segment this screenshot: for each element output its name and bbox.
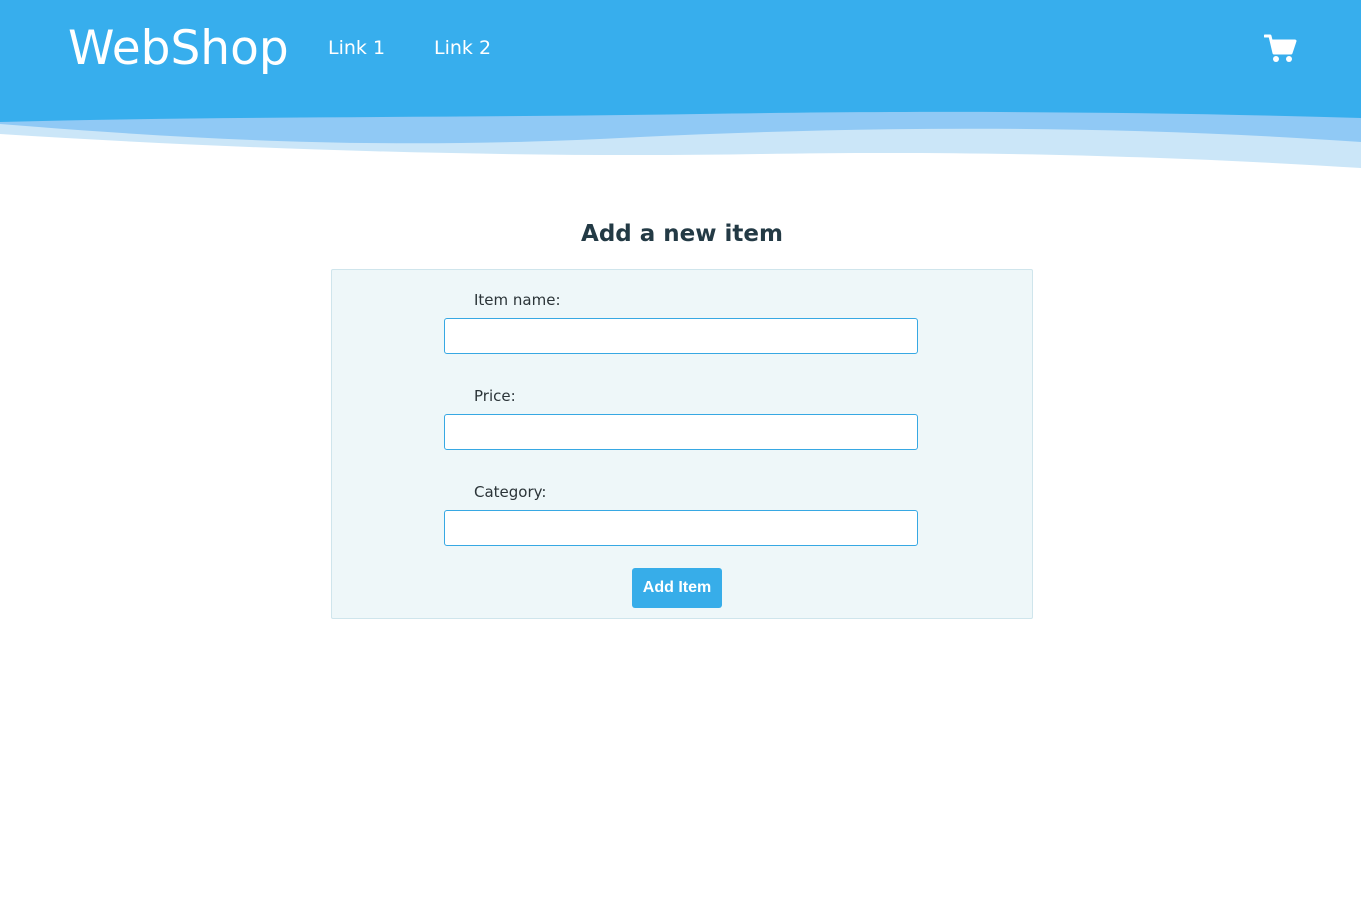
item-name-input[interactable]	[444, 318, 918, 354]
shopping-cart-icon[interactable]	[1263, 32, 1298, 64]
page-title: Add a new item	[581, 221, 783, 247]
nav-link-2[interactable]: Link 2	[434, 36, 491, 60]
item-name-label: Item name:	[474, 291, 561, 309]
category-label: Category:	[474, 483, 547, 501]
site-header: WebShop Link 1 Link 2	[0, 0, 1361, 170]
price-input[interactable]	[444, 414, 918, 450]
brand-logo[interactable]: WebShop	[68, 20, 289, 78]
price-label: Price:	[474, 387, 516, 405]
add-item-form: Item name: Price: Category: Add Item	[331, 269, 1033, 619]
nav-link-1[interactable]: Link 1	[328, 36, 385, 60]
add-item-button[interactable]: Add Item	[632, 568, 722, 608]
category-input[interactable]	[444, 510, 918, 546]
